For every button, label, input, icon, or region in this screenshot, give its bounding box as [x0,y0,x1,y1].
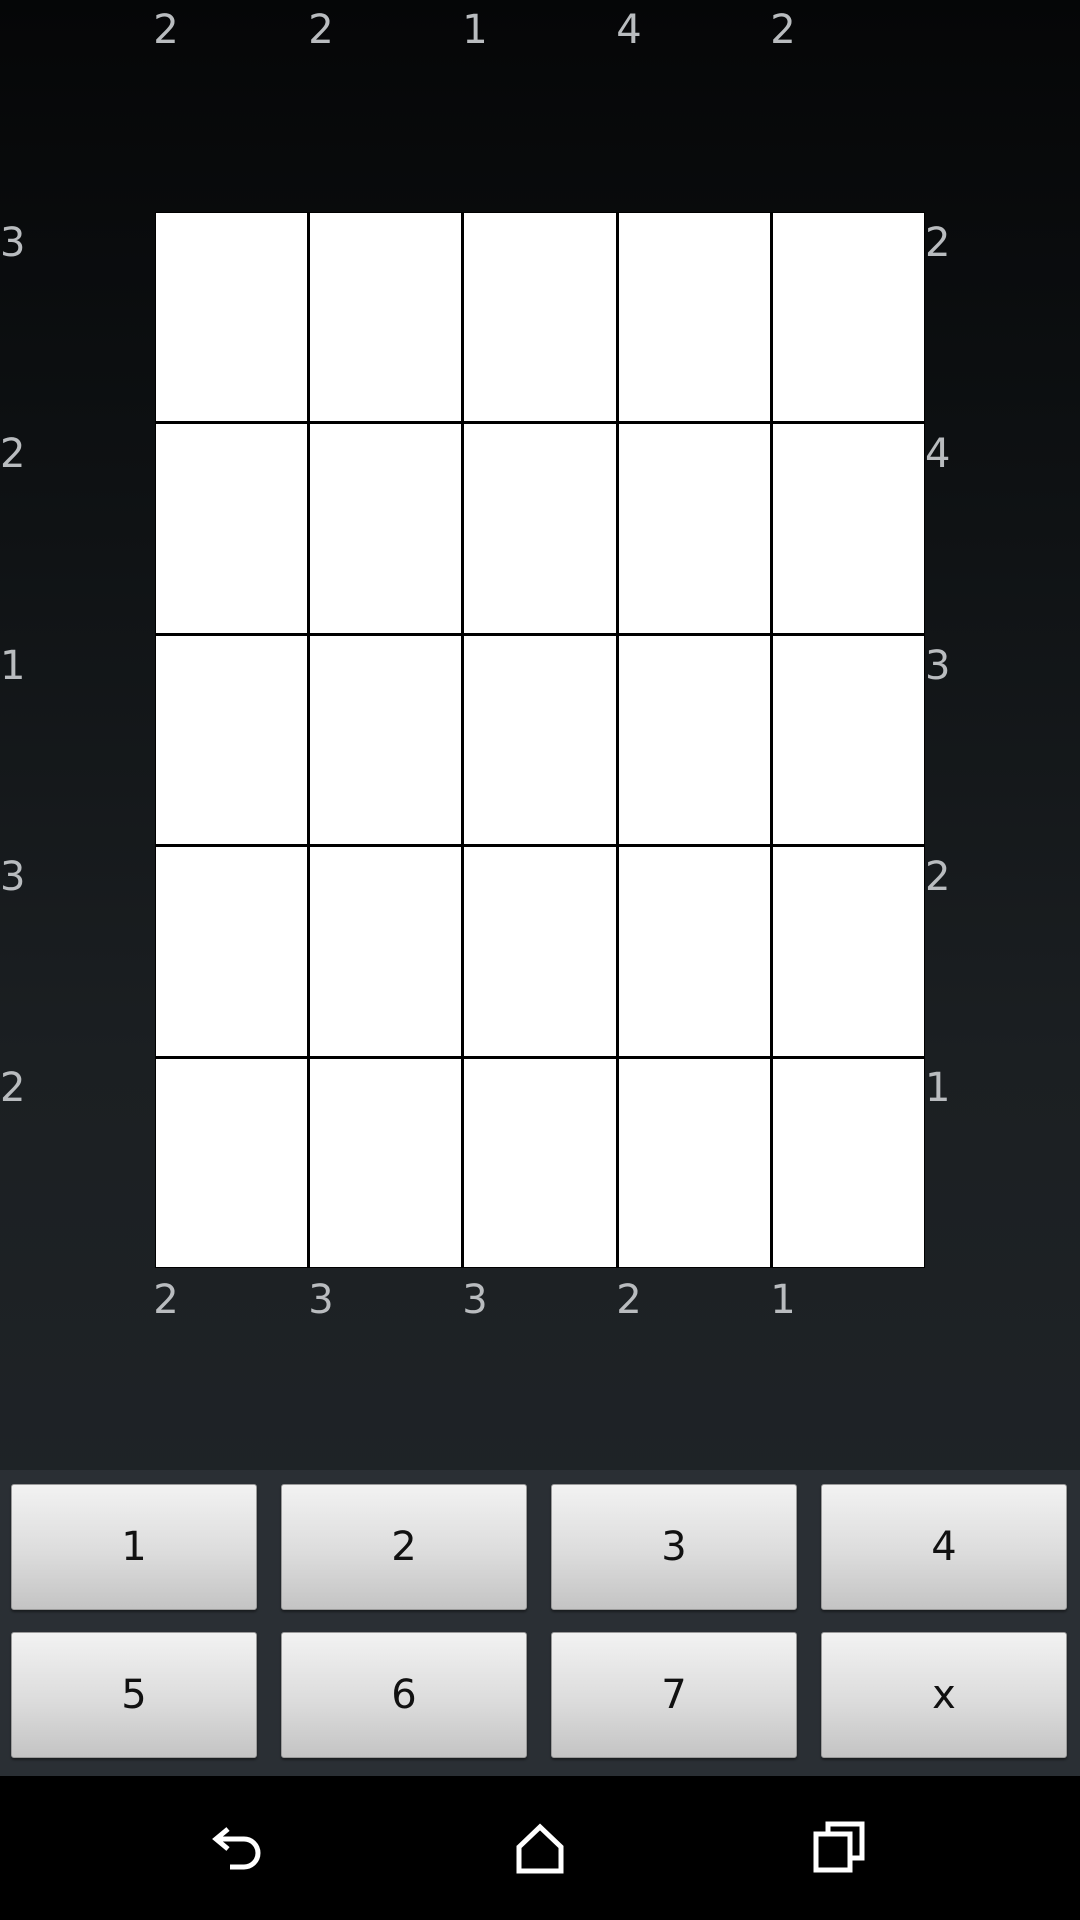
grid-cell[interactable] [156,213,308,422]
right-clue: 2 [925,220,951,266]
home-button[interactable] [490,1798,590,1898]
key-1-button[interactable]: 1 [11,1484,257,1610]
key-6-button[interactable]: 6 [281,1632,527,1758]
grid-cell[interactable] [464,847,616,1056]
left-clue: 3 [0,854,26,900]
key-5-button[interactable]: 5 [11,1632,257,1758]
bottom-clue: 1 [770,1277,796,1323]
back-button[interactable] [190,1798,290,1898]
clear-x-button[interactable]: x [821,1632,1067,1758]
grid-cell[interactable] [310,847,462,1056]
key-3-button[interactable]: 3 [551,1484,797,1610]
grid-cell[interactable] [772,424,924,633]
grid-cell[interactable] [310,1058,462,1267]
grid-cell[interactable] [464,635,616,845]
grid-cell[interactable] [156,635,308,845]
grid-cell[interactable] [772,847,924,1056]
puzzle-grid [155,212,925,1268]
bottom-clue: 2 [616,1277,642,1323]
top-clue: 1 [462,7,488,53]
grid-cell[interactable] [156,424,308,633]
left-clue: 2 [0,1065,26,1111]
grid-cell[interactable] [772,213,924,422]
grid-cell[interactable] [618,635,770,845]
grid-cell[interactable] [156,1058,308,1267]
left-clue: 2 [0,431,26,477]
recents-button[interactable] [790,1798,890,1898]
top-clue: 4 [616,7,642,53]
key-4-button[interactable]: 4 [821,1484,1067,1610]
top-clue: 2 [770,7,796,53]
right-clue: 2 [925,854,951,900]
grid-cell[interactable] [618,213,770,422]
grid-cell[interactable] [618,847,770,1056]
grid-cell[interactable] [310,213,462,422]
number-keypad: 1 2 3 4 5 6 7 x [0,1470,1080,1776]
grid-cell[interactable] [156,847,308,1056]
grid-cell[interactable] [618,1058,770,1267]
right-clue: 1 [925,1065,951,1111]
left-clue: 1 [0,643,26,689]
grid-cell[interactable] [772,635,924,845]
grid-cell[interactable] [310,424,462,633]
recents-icon [813,1821,865,1873]
key-7-button[interactable]: 7 [551,1632,797,1758]
grid-cell[interactable] [464,213,616,422]
grid-cell[interactable] [772,1058,924,1267]
home-icon [516,1823,564,1874]
grid-cell[interactable] [618,424,770,633]
bottom-clue: 3 [308,1277,334,1323]
bottom-clue: 3 [462,1277,488,1323]
left-clue: 3 [0,220,26,266]
grid-cell[interactable] [464,424,616,633]
top-clue: 2 [308,7,334,53]
grid-cell[interactable] [310,635,462,845]
bottom-clue: 2 [153,1277,179,1323]
back-icon [212,1827,261,1870]
right-clue: 3 [925,643,951,689]
grid-cell[interactable] [464,1058,616,1267]
right-clue: 4 [925,431,951,477]
top-clue: 2 [153,7,179,53]
navigation-bar [0,1776,1080,1920]
key-2-button[interactable]: 2 [281,1484,527,1610]
